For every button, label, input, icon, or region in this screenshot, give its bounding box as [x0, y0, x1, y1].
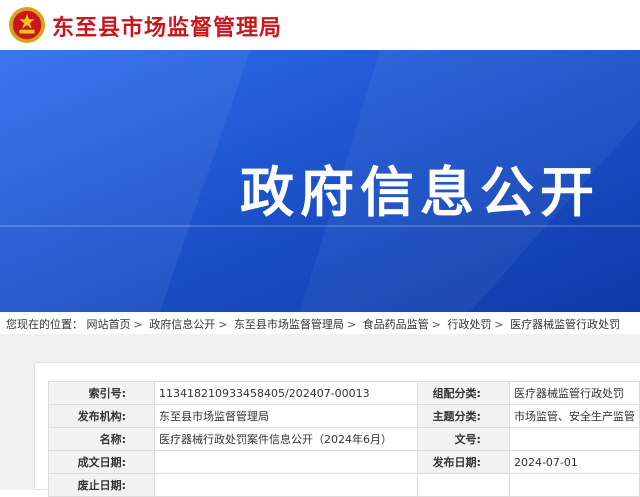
name-value: 医疗器械行政处罚案件信息公开（2024年6月） [154, 427, 418, 451]
publisher-label: 发布机构: [47, 404, 156, 428]
breadcrumb: 您现在的位置： 网站首页 > 政府信息公开 > 东至县市场监督管理局 > 食品药品监管… [0, 312, 640, 334]
index-value: 113418210933458405/202407-00013 [154, 381, 418, 405]
expire-date-label: 废止日期: [47, 473, 156, 497]
table-row: 名称: 医疗器械行政处罚案件信息公开（2024年6月） 文号: [47, 427, 640, 451]
info-table: 索引号: 113418210933458405/202407-00013 组配分… [47, 381, 640, 497]
banner-title: 政府信息公开 [240, 160, 600, 224]
breadcrumb-gov-info[interactable]: 政府信息公开 [149, 318, 215, 331]
table-row: 发布机构: 东至县市场监督管理局 主题分类: 市场监管、安全生产监管 [47, 404, 640, 428]
table-row: 成文日期: 发布日期: 2024-07-01 [47, 450, 640, 474]
created-date-label: 成文日期: [47, 450, 156, 474]
published-date-label: 发布日期: [416, 450, 510, 474]
site-title[interactable]: 东至县市场监督管理局 [52, 10, 282, 42]
breadcrumb-penalty[interactable]: 行政处罚 [447, 318, 491, 331]
breadcrumb-prefix: 您现在的位置： [6, 318, 83, 331]
table-row: 索引号: 113418210933458405/202407-00013 组配分… [47, 381, 640, 405]
breadcrumb-agency[interactable]: 东至县市场监督管理局 [234, 318, 344, 331]
table-row: 废止日期: [47, 473, 640, 497]
index-label: 索引号: [47, 381, 156, 405]
topic-value: 市场监管、安全生产监管 [508, 404, 640, 428]
category-label: 组配分类: [416, 381, 510, 405]
topic-label: 主题分类: [416, 404, 510, 428]
docno-label: 文号: [416, 427, 510, 451]
national-emblem-icon [8, 6, 46, 44]
breadcrumb-device-penalty[interactable]: 医疗器械监管行政处罚 [510, 318, 620, 331]
expire-date-value [154, 473, 418, 497]
banner: 政府信息公开 [0, 50, 640, 312]
created-date-value [154, 450, 418, 474]
publisher-value: 东至县市场监督管理局 [154, 404, 418, 428]
name-label: 名称: [47, 427, 156, 451]
site-header: 东至县市场监督管理局 [0, 0, 640, 50]
category-value: 医疗器械监管行政处罚 [508, 381, 640, 405]
breadcrumb-food-drug[interactable]: 食品药品监管 [363, 318, 429, 331]
breadcrumb-home[interactable]: 网站首页 [87, 318, 131, 331]
published-date-value: 2024-07-01 [508, 450, 640, 474]
docno-value [508, 427, 640, 451]
